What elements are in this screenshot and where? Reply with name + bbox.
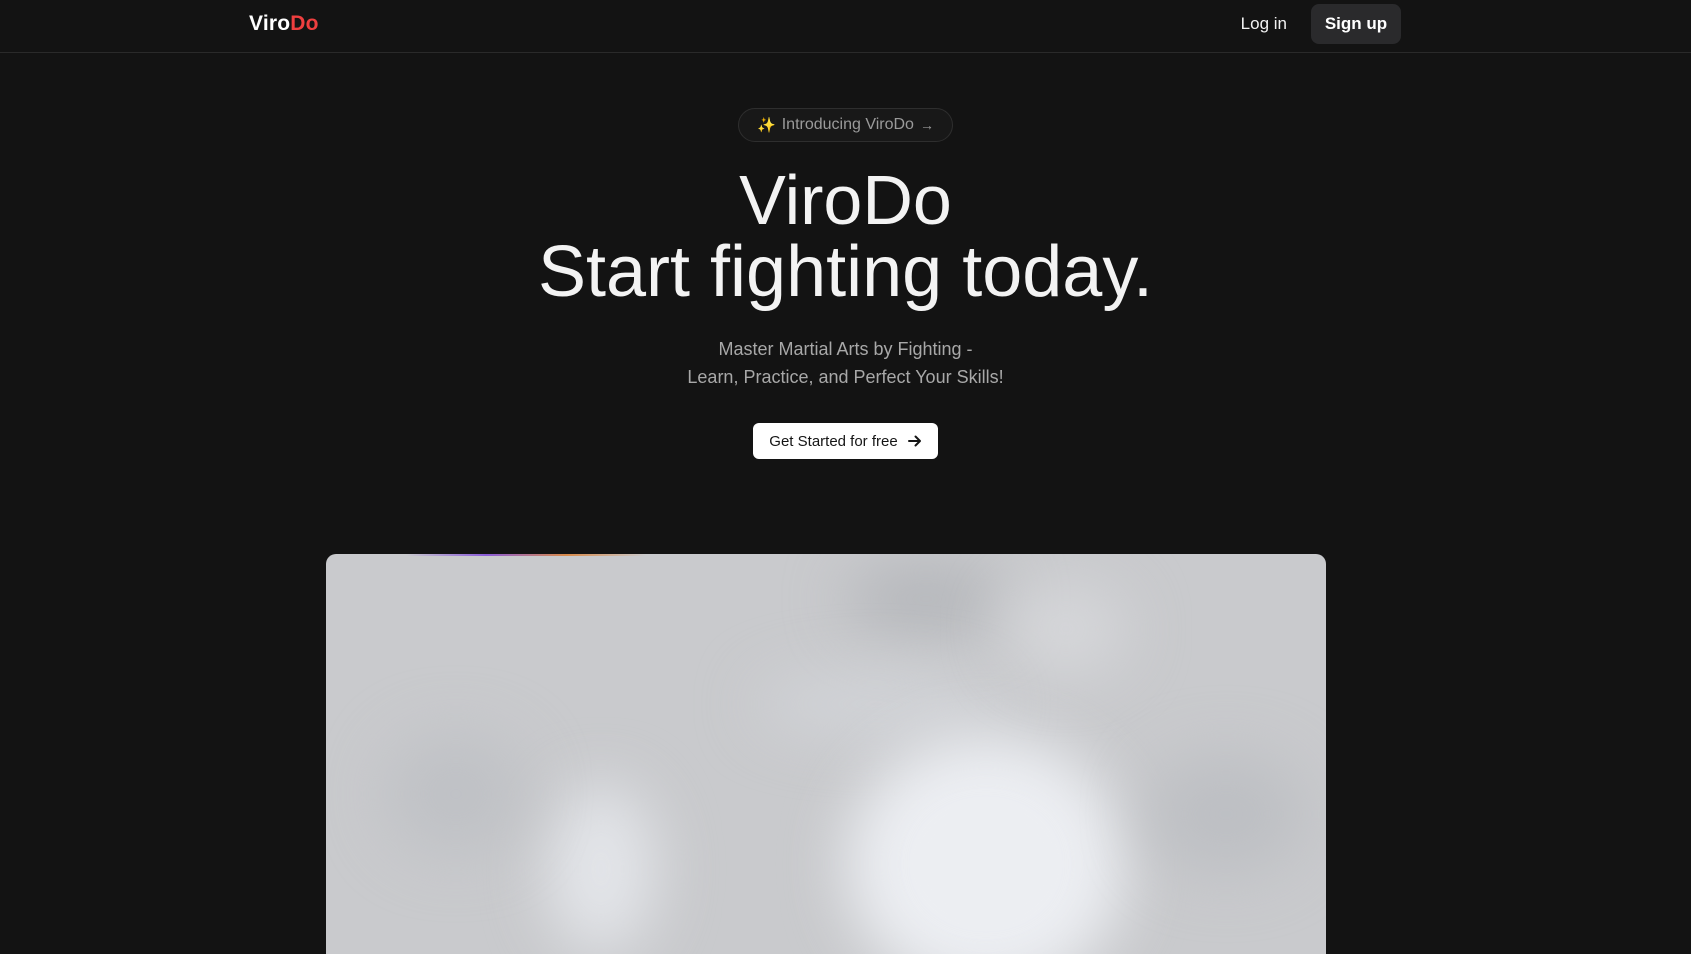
login-link[interactable]: Log in: [1241, 14, 1287, 34]
hero-media-preview: [326, 554, 1326, 954]
nav-actions: Log in Sign up: [1241, 4, 1401, 44]
brand-logo-viro: Viro: [249, 12, 291, 35]
hero-subtitle-line1: Master Martial Arts by Fighting -: [718, 339, 973, 359]
media-blur-shape: [386, 734, 526, 854]
hero-subtitle: Master Martial Arts by Fighting - Learn,…: [687, 335, 1003, 391]
hero-section: ✨ Introducing ViroDo → ViroDo Start figh…: [0, 53, 1691, 459]
arrow-right-icon: →: [919, 117, 934, 133]
media-blur-shape: [1146, 754, 1306, 874]
sparkles-icon: ✨: [757, 117, 776, 134]
media-top-glow: [406, 554, 646, 556]
brand-logo-do: Do: [290, 12, 319, 35]
get-started-label: Get Started for free: [769, 432, 898, 450]
hero-title: ViroDo Start fighting today.: [538, 164, 1153, 308]
hero-title-line2: Start fighting today.: [537, 232, 1154, 312]
navbar: ViroDo Log in Sign up: [0, 0, 1691, 53]
media-blur-shape: [846, 564, 1006, 634]
hero-title-line1: ViroDo: [739, 161, 952, 239]
introducing-pill-text: Introducing ViroDo: [781, 116, 914, 133]
media-blur-shape: [846, 734, 1126, 954]
media-blur-shape: [756, 674, 996, 734]
get-started-button[interactable]: Get Started for free: [753, 423, 938, 459]
hero-subtitle-line2: Learn, Practice, and Perfect Your Skills…: [687, 367, 1004, 387]
introducing-pill[interactable]: ✨ Introducing ViroDo →: [738, 108, 953, 142]
media-blur-shape: [1006, 584, 1126, 674]
brand-logo[interactable]: ViroDo: [249, 12, 319, 36]
signup-button[interactable]: Sign up: [1311, 4, 1401, 44]
media-blur-shape: [546, 784, 656, 954]
arrow-right-icon: [907, 435, 921, 447]
